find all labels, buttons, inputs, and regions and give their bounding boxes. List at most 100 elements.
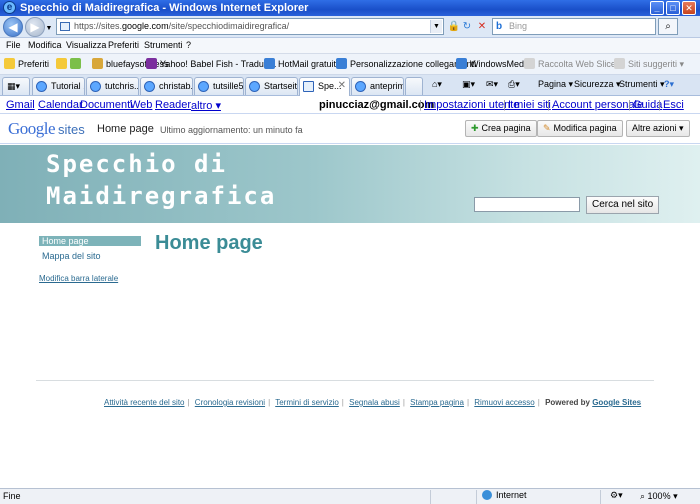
- more-actions-button[interactable]: Altre azioni ▾: [626, 120, 690, 137]
- ie-page-icon: [90, 81, 101, 92]
- mail-icon[interactable]: ✉▾: [486, 79, 498, 90]
- menu-visualizza[interactable]: Visualizza: [66, 40, 106, 50]
- menu-modifica[interactable]: Modifica: [28, 40, 62, 50]
- ie-page-icon: [198, 81, 209, 92]
- page-favicon-icon: [60, 22, 70, 31]
- fav-hotmail[interactable]: HotMail gratuita: [264, 58, 341, 69]
- tools-menu[interactable]: Strumenti ▾: [619, 79, 665, 90]
- address-bar-row: ◀ ▶ ▼ https://sites.google.com/site/spec…: [0, 16, 700, 38]
- status-text: Fine: [3, 491, 21, 501]
- tab-tutorial[interactable]: Tutorial ...: [32, 77, 85, 95]
- print-icon[interactable]: ⎙▾: [508, 79, 520, 90]
- site-title-line2: Maidiregrafica: [46, 182, 277, 210]
- forward-button[interactable]: ▶: [25, 17, 45, 37]
- powered-by-text: Powered by: [545, 398, 590, 407]
- bing-icon: b: [496, 21, 503, 32]
- back-button[interactable]: ◀: [3, 17, 23, 37]
- web-slice-gallery[interactable]: Raccolta Web Slice ▾: [524, 58, 623, 70]
- web-link[interactable]: Web: [130, 99, 152, 111]
- yahoo-icon: [146, 58, 157, 69]
- quick-tabs-icon[interactable]: ▦▾: [2, 77, 30, 95]
- report-abuse-link[interactable]: Segnala abusi: [349, 398, 400, 407]
- gmail-link[interactable]: Gmail: [6, 99, 35, 111]
- recent-activity-link[interactable]: Attività recente del sito: [104, 398, 184, 407]
- suggested-sites[interactable]: Siti suggeriti ▾: [614, 58, 684, 70]
- site-search-input[interactable]: [474, 197, 580, 212]
- refresh-icon[interactable]: ↻: [459, 19, 475, 34]
- terms-link[interactable]: Termini di servizio: [275, 398, 339, 407]
- bing-search-field[interactable]: b Bing: [492, 18, 656, 35]
- menu-file[interactable]: File: [6, 40, 21, 50]
- sites-logo-text: sites: [58, 122, 85, 137]
- globe-icon: [482, 490, 492, 500]
- menu-help[interactable]: ?: [186, 40, 191, 50]
- print-page-link[interactable]: Stampa pagina: [410, 398, 464, 407]
- user-email: pinucciaz@gmail.com: [319, 99, 435, 111]
- more-link[interactable]: altro ▾: [191, 99, 221, 112]
- url-text: https://sites.google.com/site/specchiodi…: [74, 21, 290, 31]
- edit-page-button[interactable]: ✎ Modifica pagina: [537, 120, 623, 137]
- google-sites-logo[interactable]: Google sites: [8, 119, 85, 139]
- menu-strumenti[interactable]: Strumenti: [144, 40, 183, 50]
- web-slice-icon: [524, 58, 535, 69]
- tab-christab[interactable]: christab...: [140, 77, 193, 95]
- ie-page-icon: [144, 81, 155, 92]
- sidebar-item-home[interactable]: Home page: [39, 236, 141, 246]
- page-menu[interactable]: Pagina ▾: [538, 79, 573, 90]
- window-title: Specchio di Maidiregrafica - Windows Int…: [20, 2, 309, 14]
- ie-page-icon: [355, 81, 366, 92]
- stop-icon[interactable]: ✕: [474, 19, 490, 34]
- security-zone: Internet: [482, 490, 527, 500]
- sign-out-link[interactable]: Esci: [663, 99, 684, 111]
- security-menu[interactable]: Sicurezza ▾: [574, 79, 621, 90]
- remove-access-link[interactable]: Rimuovi accesso: [474, 398, 534, 407]
- favorites-button[interactable]: Preferiti: [4, 58, 49, 69]
- search-icon[interactable]: ⌕: [658, 18, 678, 35]
- last-update: Ultimo aggiornamento: un minuto fa: [160, 125, 303, 135]
- tab-tutchris[interactable]: tutchris...: [86, 77, 139, 95]
- my-sites-link[interactable]: I miei siti: [508, 99, 551, 111]
- current-page-name: Home page: [97, 123, 154, 135]
- footer: Attività recente del sito | Cronologia re…: [104, 398, 642, 407]
- site-search-button[interactable]: Cerca nel sito: [586, 196, 660, 214]
- address-field[interactable]: https://sites.google.com/site/specchiodi…: [56, 18, 444, 35]
- sites-header: Google sites Home page Ultimo aggiornamen…: [0, 114, 700, 144]
- tab-specchio-active[interactable]: Spe... ✕: [299, 77, 350, 96]
- tab-anteprime[interactable]: anteprime: [351, 77, 404, 95]
- help-icon[interactable]: ?▾: [664, 79, 674, 90]
- close-window-button[interactable]: ✕: [682, 1, 696, 15]
- menu-preferiti[interactable]: Preferiti: [108, 40, 139, 50]
- minimize-button[interactable]: _: [650, 1, 664, 15]
- fav-yahoo-babelfish[interactable]: Yahoo! Babel Fish - Tradutt...: [146, 58, 276, 69]
- close-tab-icon[interactable]: ✕: [338, 78, 346, 94]
- revision-history-link[interactable]: Cronologia revisioni: [195, 398, 265, 407]
- fav-windowsmedia[interactable]: WindowsMedia: [456, 58, 531, 69]
- documenti-link[interactable]: Documenti: [80, 99, 133, 111]
- sidebar-item-sitemap[interactable]: Mappa del sito: [42, 251, 101, 261]
- add-favorite-icon[interactable]: [56, 58, 84, 69]
- reader-link[interactable]: Reader: [155, 99, 191, 111]
- title-bar: e Specchio di Maidiregrafica - Windows I…: [0, 0, 700, 16]
- new-tab-button[interactable]: [405, 77, 423, 95]
- tab-tutsille5[interactable]: tutsille5: [194, 77, 244, 95]
- feeds-icon[interactable]: ▣▾: [462, 79, 475, 90]
- home-icon[interactable]: ⌂▾: [432, 79, 442, 90]
- calendar-link[interactable]: Calendar: [38, 99, 83, 111]
- maximize-button[interactable]: □: [666, 1, 680, 15]
- suggested-sites-icon: [614, 58, 625, 69]
- status-bar: Fine Internet ⚙▾ ⌕ 100% ▾: [0, 488, 700, 504]
- menu-bar: File Modifica Visualizza Preferiti Strum…: [0, 38, 700, 54]
- zoom-level[interactable]: ⌕ 100% ▾: [640, 491, 678, 502]
- google-sites-link[interactable]: Google Sites: [592, 398, 641, 407]
- favorites-bar: Preferiti bluefaysoftness Yahoo! Babel F…: [0, 54, 700, 75]
- ie-page-icon: [249, 81, 260, 92]
- address-dropdown-icon[interactable]: ▼: [430, 20, 442, 33]
- tab-startseite[interactable]: Startseite: [245, 77, 298, 95]
- protected-mode-icon[interactable]: ⚙▾: [610, 490, 623, 501]
- history-dropdown-icon[interactable]: ▼: [44, 21, 54, 36]
- page-icon: [336, 58, 347, 69]
- bing-placeholder: Bing: [509, 21, 528, 31]
- plus-icon: ✚: [471, 123, 479, 133]
- edit-sidebar-link[interactable]: Modifica barra laterale: [39, 274, 118, 283]
- create-page-button[interactable]: ✚ Crea pagina: [465, 120, 537, 137]
